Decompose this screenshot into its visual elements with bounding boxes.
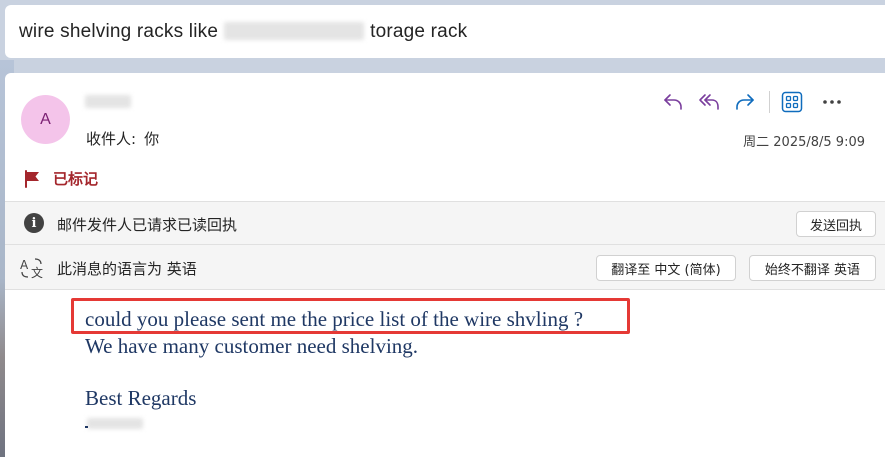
subject-text-start: wire shelving racks like — [19, 20, 219, 42]
signature-mark — [85, 426, 88, 428]
svg-text:A: A — [20, 258, 29, 272]
redacted-sender-name — [85, 95, 131, 108]
subject-bar: wire shelving racks like torage rack — [5, 5, 885, 58]
subject-text: wire shelving racks like torage rack — [19, 21, 467, 43]
never-translate-button[interactable]: 始终不翻译 英语 — [749, 255, 876, 281]
apps-grid-icon — [781, 91, 803, 113]
more-horizontal-icon — [823, 100, 841, 104]
recipient-label: 收件人: — [86, 130, 137, 148]
message-actions — [659, 89, 846, 115]
flag-label: 已标记 — [53, 170, 99, 188]
redacted-subject-part — [224, 22, 365, 41]
language-bar: A 文 此消息的语言为 英语 翻译至 中文 (简体) 始终不翻译 英语 — [5, 245, 885, 290]
read-receipt-text: 邮件发件人已请求已读回执 — [57, 216, 238, 234]
send-receipt-button[interactable]: 发送回执 — [796, 211, 876, 237]
subject-text-end: torage rack — [370, 20, 468, 42]
body-line-1: could you please sent me the price list … — [85, 307, 584, 331]
recipient-line: 收件人: 你 — [86, 128, 159, 149]
flag-icon — [25, 169, 39, 188]
recipient-value[interactable]: 你 — [144, 128, 159, 149]
svg-text:文: 文 — [31, 265, 43, 280]
translate-button[interactable]: 翻译至 中文 (简体) — [596, 255, 736, 281]
message-datetime: 周二 2025/8/5 9:09 — [743, 135, 865, 150]
reply-icon — [664, 94, 682, 110]
forward-button[interactable] — [731, 89, 759, 115]
reply-all-button[interactable] — [695, 89, 723, 115]
redacted-signature — [87, 418, 143, 429]
message-card: A 收件人: 你 周二 2025/8/5 9:09 已标记 i 邮件发件人已请求… — [5, 73, 885, 457]
flag-status: 已标记 — [23, 168, 98, 189]
more-actions-button[interactable] — [818, 89, 846, 115]
forward-icon — [736, 94, 754, 110]
info-icon: i — [24, 213, 44, 233]
language-text: 此消息的语言为 英语 — [57, 260, 197, 278]
message-body: could you please sent me the price list … — [85, 306, 583, 412]
body-signoff: Best Regards — [85, 386, 197, 410]
reply-all-icon — [699, 94, 719, 110]
read-receipt-bar: i 邮件发件人已请求已读回执 发送回执 — [5, 201, 885, 245]
reply-button[interactable] — [659, 89, 687, 115]
translate-icon: A 文 — [20, 258, 43, 280]
apps-button[interactable] — [778, 89, 806, 115]
toolbar-divider — [769, 91, 770, 113]
body-line-2: We have many customer need shelving. — [85, 334, 419, 358]
sender-avatar[interactable]: A — [21, 95, 70, 144]
